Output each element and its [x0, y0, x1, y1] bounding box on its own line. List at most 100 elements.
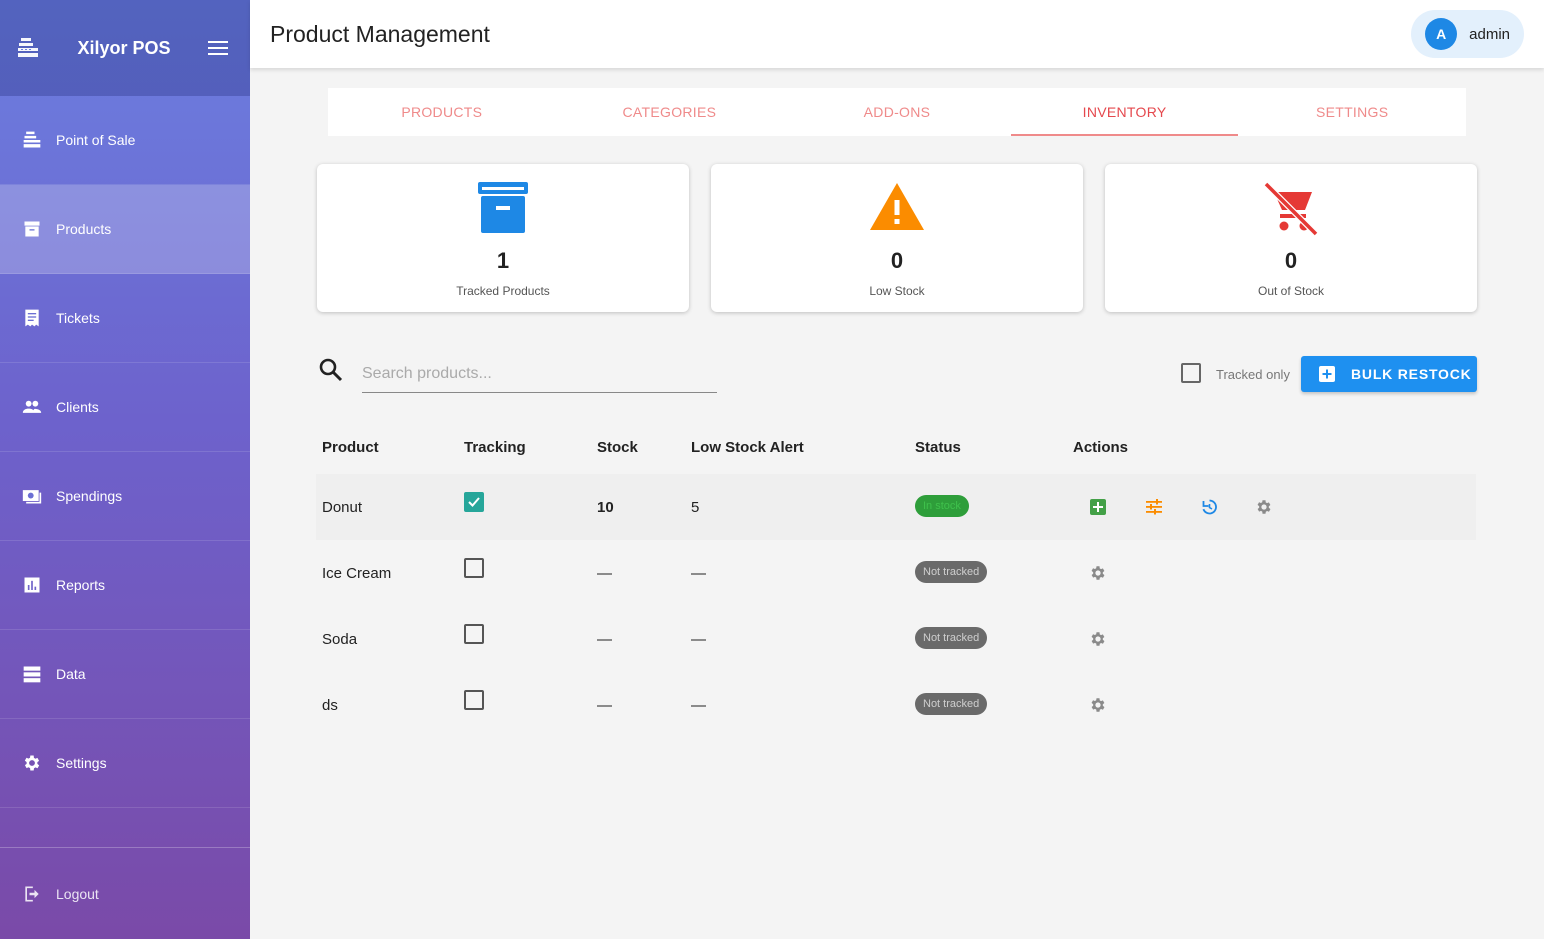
page-title: Product Management: [270, 20, 490, 47]
status-badge: In stock: [915, 495, 969, 517]
tab-settings[interactable]: SETTINGS: [1238, 88, 1466, 136]
sidebar-item-label: Products: [56, 221, 112, 237]
product-name: Soda: [322, 631, 358, 648]
user-menu[interactable]: A admin: [1411, 10, 1524, 58]
tab-products[interactable]: PRODUCTS: [328, 88, 556, 136]
sidebar-item-label: Tickets: [56, 310, 100, 326]
column-header-low-stock-alert: Low Stock Alert: [691, 439, 804, 456]
status-badge: Not tracked: [915, 561, 988, 583]
bulk-restock-button[interactable]: BULK RESTOCK: [1301, 356, 1477, 392]
tab-categories[interactable]: CATEGORIES: [556, 88, 784, 136]
low-stock-count: 0: [890, 248, 904, 273]
history-icon[interactable]: [1200, 498, 1218, 516]
archive-box-icon: [478, 182, 528, 233]
table-row: ds — — Not tracked: [316, 672, 1476, 738]
add-stock-icon[interactable]: [1089, 498, 1107, 516]
archive-box-icon: [24, 221, 40, 237]
top-bar: Product Management A admin: [250, 0, 1544, 68]
gear-icon[interactable]: [1089, 696, 1107, 714]
low-stock-alert-value: 5: [691, 499, 700, 516]
column-header-tracking: Tracking: [464, 439, 526, 456]
remove-cart-icon: [1263, 181, 1319, 237]
sidebar: Xilyor POS Point of Sale Products Ticket…: [0, 0, 250, 939]
product-name: Donut: [322, 499, 363, 516]
tab-inventory[interactable]: INVENTORY: [1010, 88, 1239, 136]
low-stock-alert-value: —: [691, 697, 706, 714]
stock-value: 10: [597, 499, 614, 516]
product-name: ds: [322, 697, 338, 714]
sidebar-item-spendings[interactable]: Spendings: [0, 452, 250, 541]
table-row: Donut 10 5 In stock: [316, 474, 1476, 540]
low-stock-card: 0 Low Stock: [711, 164, 1083, 312]
brand-name: Xilyor POS: [77, 37, 171, 58]
stock-value: —: [597, 631, 612, 648]
logout-button[interactable]: Logout: [0, 847, 250, 939]
sidebar-item-data[interactable]: Data: [0, 630, 250, 719]
gear-icon[interactable]: [1089, 630, 1107, 648]
table-row: Ice Cream — — Not tracked: [316, 540, 1476, 606]
sidebar-item-label: Settings: [56, 755, 107, 771]
receipt-icon: [25, 309, 39, 327]
logout-label: Logout: [56, 885, 99, 902]
column-header-actions: Actions: [1073, 439, 1129, 456]
checkmark-icon: [468, 497, 480, 507]
money-icon: [22, 490, 42, 504]
tracked-only-label: Tracked only: [1216, 367, 1290, 382]
sidebar-item-label: Clients: [56, 399, 99, 415]
bulk-restock-label: BULK RESTOCK: [1351, 366, 1472, 382]
logout-icon: [25, 886, 39, 901]
out-of-stock-label: Out of Stock: [1257, 284, 1325, 298]
gear-icon[interactable]: [1089, 564, 1107, 582]
tracked-only-checkbox[interactable]: [1181, 363, 1201, 383]
status-badge: Not tracked: [915, 627, 988, 649]
column-header-stock: Stock: [597, 439, 638, 456]
sidebar-item-label: Point of Sale: [56, 132, 136, 148]
sidebar-item-point-of-sale[interactable]: Point of Sale: [0, 96, 250, 185]
search-icon: [319, 358, 343, 382]
gear-icon: [24, 755, 40, 771]
menu-icon[interactable]: [208, 40, 228, 56]
tracked-products-card: 1 Tracked Products: [317, 164, 689, 312]
stock-value: —: [597, 565, 612, 582]
sidebar-item-tickets[interactable]: Tickets: [0, 274, 250, 363]
out-of-stock-card: 0 Out of Stock: [1105, 164, 1477, 312]
user-name: admin: [1469, 25, 1510, 43]
stock-value: —: [597, 697, 612, 714]
status-badge: Not tracked: [915, 693, 988, 715]
tracking-checkbox[interactable]: [464, 624, 484, 644]
out-of-stock-count: 0: [1284, 248, 1298, 273]
tracking-checkbox[interactable]: [464, 690, 484, 710]
search-input[interactable]: [362, 356, 717, 393]
tracked-products-count: 1: [496, 248, 510, 273]
low-stock-label: Low Stock: [869, 284, 925, 298]
bar-chart-icon: [24, 577, 40, 593]
sidebar-item-label: Reports: [56, 577, 106, 593]
sidebar-item-label: Spendings: [56, 488, 123, 504]
low-stock-alert-value: —: [691, 631, 706, 648]
avatar: A: [1425, 18, 1458, 50]
people-icon: [22, 400, 42, 413]
sidebar-item-settings[interactable]: Settings: [0, 719, 250, 808]
column-header-status: Status: [915, 439, 961, 456]
cash-register-icon: [18, 38, 38, 57]
table-row: Soda — — Not tracked: [316, 606, 1476, 672]
tracked-products-label: Tracked Products: [456, 284, 550, 298]
warning-icon: [870, 183, 924, 230]
column-header-product: Product: [322, 439, 379, 456]
tab-bar: PRODUCTS CATEGORIES ADD-ONS INVENTORY SE…: [328, 88, 1466, 136]
tab-add-ons[interactable]: ADD-ONS: [783, 88, 1011, 136]
product-name: Ice Cream: [322, 565, 392, 582]
gear-icon[interactable]: [1255, 498, 1273, 516]
adjust-stock-icon[interactable]: [1145, 498, 1163, 516]
sidebar-item-clients[interactable]: Clients: [0, 363, 250, 452]
storage-icon: [23, 666, 41, 683]
tracking-checkbox[interactable]: [464, 492, 484, 512]
add-box-icon: [1319, 366, 1335, 382]
sidebar-item-label: Data: [56, 666, 86, 682]
sidebar-item-products[interactable]: Products: [0, 185, 250, 274]
low-stock-alert-value: —: [691, 565, 706, 582]
cash-register-icon: [23, 131, 41, 148]
sidebar-item-reports[interactable]: Reports: [0, 541, 250, 630]
tracking-checkbox[interactable]: [464, 558, 484, 578]
sidebar-header: Xilyor POS: [0, 0, 250, 96]
